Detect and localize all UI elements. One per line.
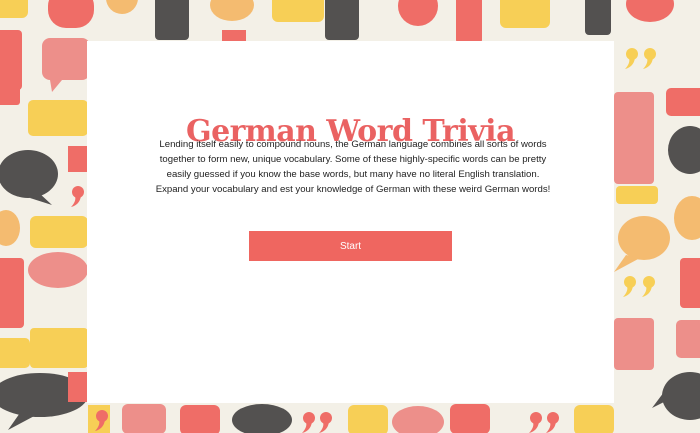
start-button[interactable]: Start <box>249 231 452 261</box>
intro-description: Lending itself easily to compound nouns,… <box>155 139 551 195</box>
trivia-card: German Word Trivia Lending itself easily… <box>87 41 614 403</box>
